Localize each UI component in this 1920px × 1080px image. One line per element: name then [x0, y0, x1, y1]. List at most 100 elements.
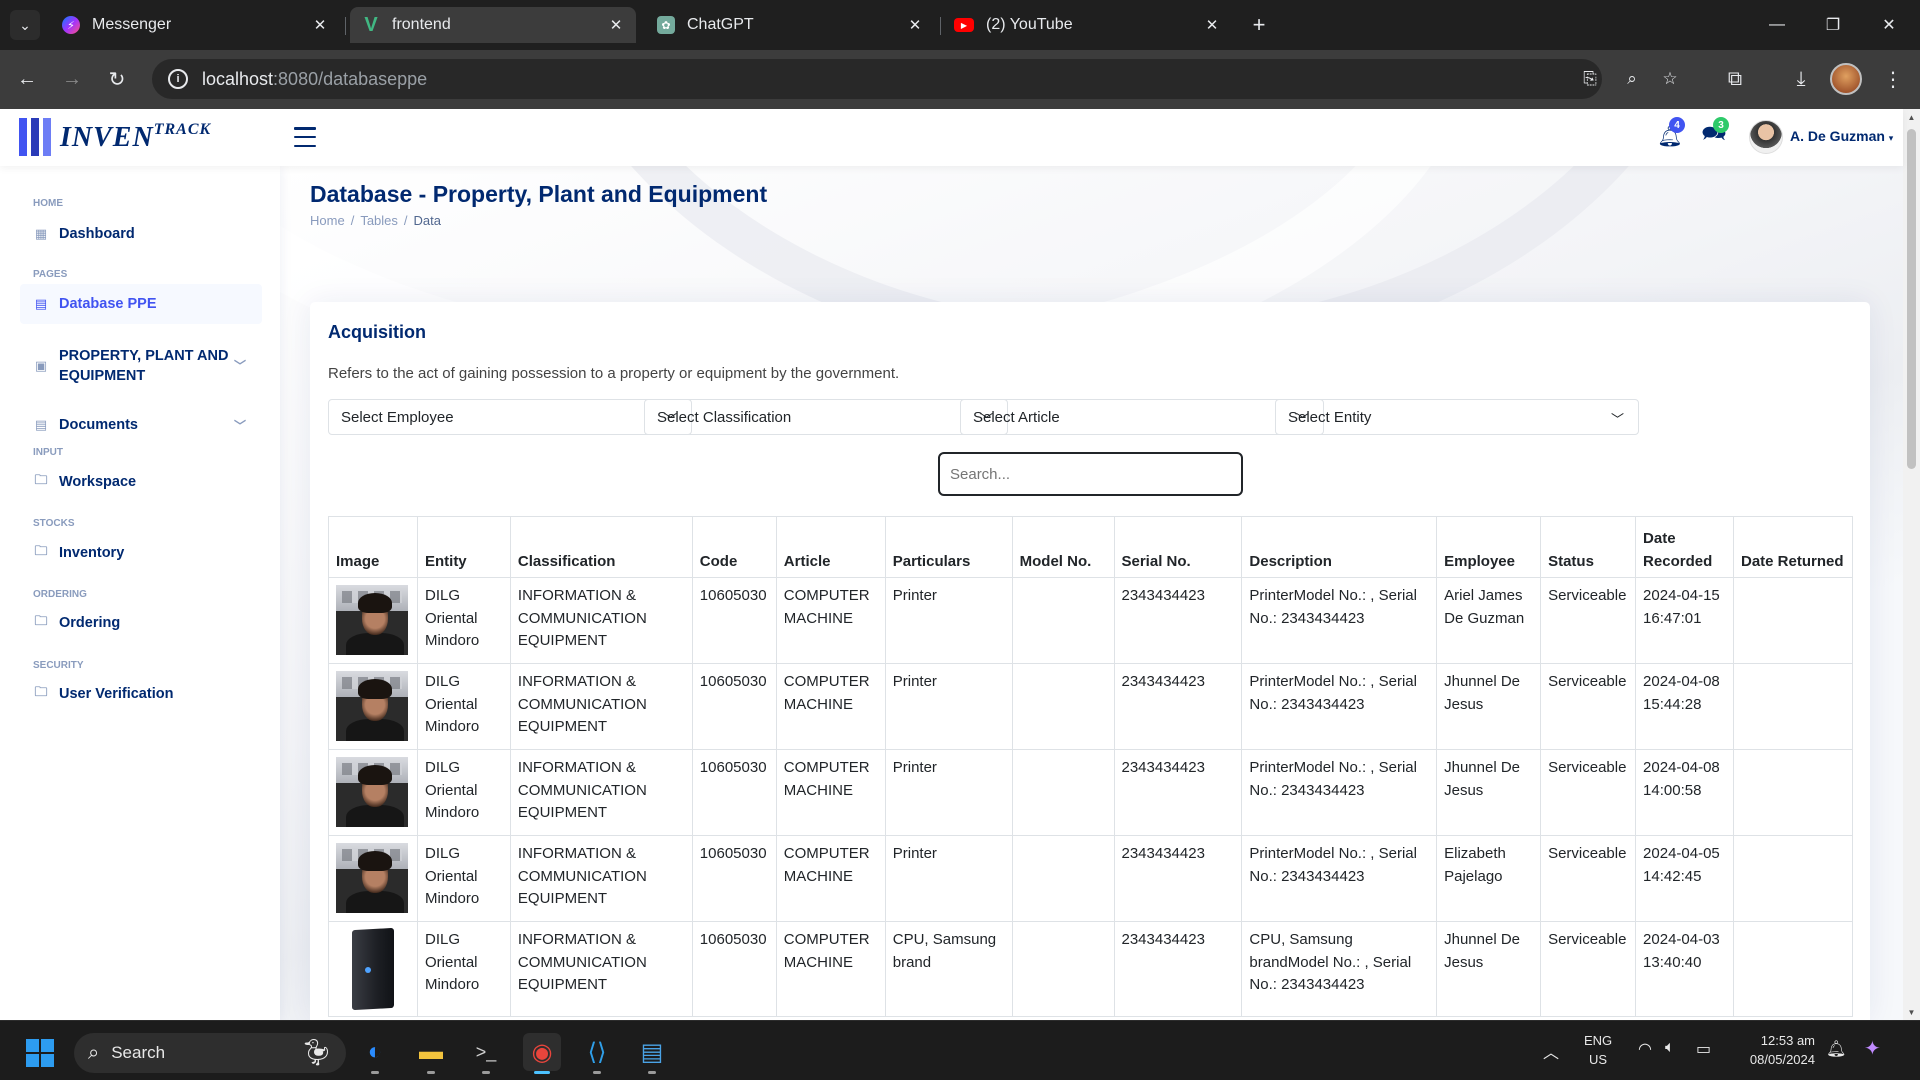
search-input[interactable]: [938, 452, 1243, 496]
site-info-icon[interactable]: i: [168, 69, 188, 89]
wifi-icon[interactable]: ◠: [1638, 1039, 1652, 1059]
sidebar: HOME ▦ Dashboard PAGES ▤ Database PPE ▣ …: [0, 166, 280, 1020]
reload-button[interactable]: ↻: [102, 64, 132, 94]
user-avatar[interactable]: [1749, 120, 1783, 154]
duck-icon: 🦆︎: [300, 1037, 334, 1067]
app-logo[interactable]: INVENTRACK: [60, 121, 211, 154]
classification-cell: INFORMATION & COMMUNICATION EQUIPMENT: [509, 749, 693, 836]
zoom-icon[interactable]: ⌕: [1622, 69, 1642, 89]
model-cell: [1011, 835, 1115, 922]
back-button[interactable]: ←: [12, 64, 42, 94]
status-cell: Serviceable: [1540, 921, 1637, 1017]
select-employee-dropdown[interactable]: Select Employee ﹀: [328, 399, 692, 435]
sidebar-item-ordering[interactable]: 🗀 Ordering: [20, 603, 262, 643]
caret-down-icon: ▾: [1888, 133, 1894, 143]
battery-icon[interactable]: ▭: [1696, 1039, 1711, 1059]
table-row[interactable]: DILG Oriental Mindoro INFORMATION & COMM…: [328, 663, 1853, 750]
system-clock[interactable]: 12:53 am 08/05/2024: [1735, 1031, 1815, 1069]
browser-menu-icon[interactable]: ⋮: [1878, 64, 1908, 94]
sidebar-item-inventory[interactable]: 🗀 Inventory: [20, 533, 262, 573]
notification-bell-icon[interactable]: 🔔︎: [1826, 1039, 1846, 1059]
table-row[interactable]: DILG Oriental Mindoro INFORMATION & COMM…: [328, 921, 1853, 1017]
close-tab-icon[interactable]: ✕: [905, 15, 925, 35]
date-returned-cell: [1733, 577, 1853, 664]
extensions-icon[interactable]: ⧉: [1720, 64, 1750, 94]
chrome-app-icon[interactable]: ◉: [523, 1033, 561, 1074]
tab-search-button[interactable]: ⌄: [10, 10, 40, 40]
copilot-icon[interactable]: ✦: [1864, 1036, 1881, 1061]
table-row[interactable]: DILG Oriental Mindoro INFORMATION & COMM…: [328, 577, 1853, 664]
url-path: :8080/databaseppe: [273, 68, 428, 89]
terminal-icon[interactable]: >_: [467, 1033, 505, 1074]
article-cell: COMPUTER MACHINE: [775, 577, 886, 664]
new-tab-button[interactable]: +: [1246, 12, 1272, 38]
address-bar[interactable]: i localhost:8080/databaseppe ⎘ ⌕ ☆: [152, 59, 1678, 99]
person-photo[interactable]: [336, 757, 408, 827]
windows-start-icon[interactable]: [26, 1039, 54, 1067]
description-cell: PrinterModel No.: , Serial No.: 23434344…: [1241, 663, 1438, 750]
table-row[interactable]: DILG Oriental Mindoro INFORMATION & COMM…: [328, 835, 1853, 922]
sidebar-item-label: Workspace: [59, 474, 137, 490]
dropdown-label: Select Employee: [341, 408, 454, 426]
code-cell: 10605030: [691, 921, 777, 1017]
label-line: PROPERTY, PLANT AND: [59, 348, 229, 364]
person-photo[interactable]: [336, 671, 408, 741]
breadcrumb-home-link[interactable]: Home: [310, 213, 345, 228]
select-classification-dropdown[interactable]: Select Classification ﹀: [644, 399, 1008, 435]
forward-button[interactable]: →: [57, 64, 87, 94]
breadcrumb-tables-link[interactable]: Tables: [360, 213, 398, 228]
close-tab-icon[interactable]: ✕: [310, 15, 330, 35]
message-count-badge: 3: [1713, 117, 1729, 133]
select-entity-dropdown[interactable]: Select Entity ﹀: [1275, 399, 1639, 435]
sidebar-item-workspace[interactable]: 🗀 Workspace: [20, 462, 262, 502]
bookmark-star-icon[interactable]: ☆: [1660, 69, 1680, 89]
close-tab-icon[interactable]: ✕: [606, 15, 626, 35]
restore-button[interactable]: ❐: [1813, 10, 1853, 40]
scroll-up-icon[interactable]: ▲: [1903, 109, 1920, 125]
particulars-cell: Printer: [884, 749, 1013, 836]
page-scrollbar[interactable]: ▲ ▼: [1903, 109, 1920, 1020]
volume-icon[interactable]: 🔈︎: [1665, 1039, 1675, 1057]
tab-title: ChatGPT: [687, 16, 754, 33]
tab-messenger[interactable]: ⚡ Messenger ✕: [50, 7, 340, 43]
sidebar-toggle-icon[interactable]: [294, 127, 316, 147]
sidebar-item-database-ppe[interactable]: ▤ Database PPE: [20, 284, 262, 324]
sidebar-item-dashboard[interactable]: ▦ Dashboard: [20, 214, 262, 254]
sidebar-item-documents[interactable]: ▤ Documents ﹀: [20, 405, 262, 445]
person-photo[interactable]: [336, 585, 408, 655]
table-row[interactable]: DILG Oriental Mindoro INFORMATION & COMM…: [328, 749, 1853, 836]
model-cell: [1011, 921, 1115, 1017]
install-app-icon[interactable]: ⎘: [1580, 69, 1600, 89]
cpu-photo[interactable]: [336, 927, 408, 1011]
download-icon[interactable]: ⤓: [1786, 64, 1816, 94]
edge-app-icon[interactable]: ◐: [356, 1033, 394, 1074]
user-menu[interactable]: A. De Guzman ▾: [1790, 128, 1893, 144]
clock-time: 12:53 am: [1760, 1033, 1815, 1048]
close-window-button[interactable]: ✕: [1869, 10, 1909, 40]
close-tab-icon[interactable]: ✕: [1202, 15, 1222, 35]
show-hidden-icons-icon[interactable]: ︿: [1543, 1039, 1559, 1063]
browser-profile-avatar[interactable]: [1830, 63, 1862, 95]
notepad-icon[interactable]: ▤: [633, 1033, 671, 1074]
scrollbar-thumb[interactable]: [1907, 129, 1916, 469]
minimize-button[interactable]: —: [1757, 10, 1797, 40]
file-explorer-icon[interactable]: ▬: [412, 1033, 450, 1074]
language-indicator[interactable]: ENG US: [1584, 1031, 1612, 1069]
card-description: Refers to the act of gaining possession …: [328, 365, 900, 382]
employee-cell: Jhunnel De Jesus: [1436, 749, 1542, 836]
sidebar-item-user-verification[interactable]: 🗀 User Verification: [20, 674, 262, 714]
tab-frontend[interactable]: V frontend ✕: [350, 7, 636, 43]
vscode-icon[interactable]: ⟨⟩: [578, 1033, 616, 1074]
scroll-down-icon[interactable]: ▼: [1903, 1004, 1920, 1020]
person-photo[interactable]: [336, 843, 408, 913]
sidebar-item-ppe[interactable]: ▣ PROPERTY, PLANT AND EQUIPMENT ﹀: [20, 339, 262, 393]
taskbar-search-box[interactable]: ⌕ Search 🦆︎: [74, 1033, 346, 1073]
model-cell: [1011, 749, 1115, 836]
tab-divider: [940, 17, 941, 35]
dropdown-label: Select Article: [973, 408, 1060, 426]
tab-youtube[interactable]: ▶ (2) YouTube ✕: [942, 7, 1232, 43]
section-heading-pages: PAGES: [33, 269, 68, 280]
select-article-dropdown[interactable]: Select Article ﹀: [960, 399, 1324, 435]
tab-chatgpt[interactable]: ✿ ChatGPT ✕: [645, 7, 935, 43]
entity-cell: DILG Oriental Mindoro: [416, 577, 511, 664]
